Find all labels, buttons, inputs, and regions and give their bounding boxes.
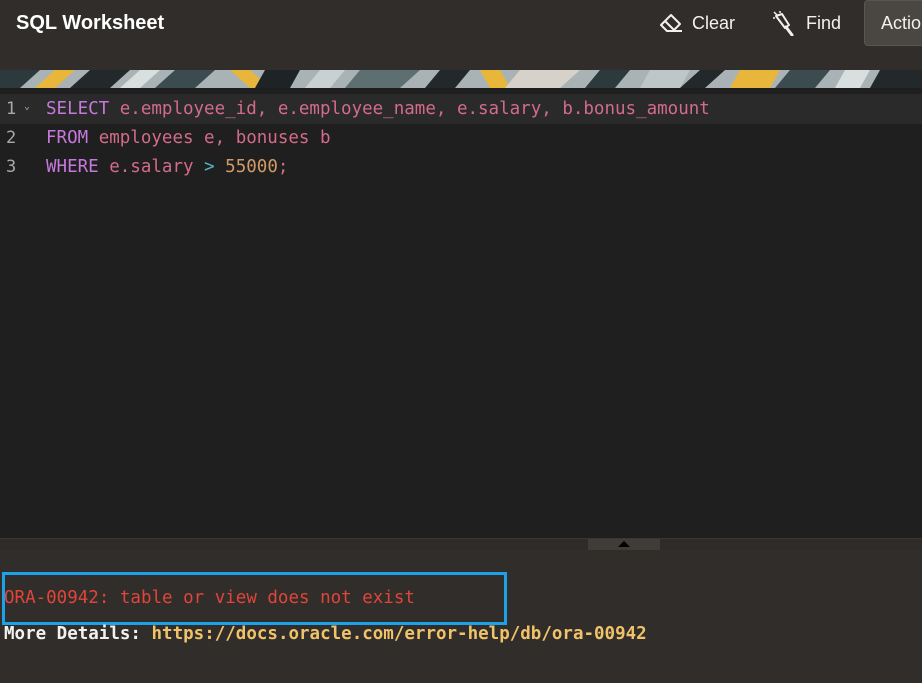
- code-line[interactable]: 2 FROM employees e, bonuses b: [0, 123, 922, 153]
- code-token: e.employee_id: [119, 99, 257, 119]
- code-token: SELECT: [46, 99, 110, 119]
- code-token: e.salary: [109, 157, 194, 177]
- find-button[interactable]: Find: [772, 5, 841, 41]
- splitter-handle[interactable]: [588, 539, 660, 550]
- actions-menu-button[interactable]: Actions: [864, 0, 922, 46]
- code-token: employees e: [98, 128, 215, 148]
- code-token: b.bonus_amount: [562, 99, 710, 119]
- code-token: ,: [541, 99, 563, 119]
- line-number: 1: [6, 99, 17, 119]
- line-number: 3: [6, 157, 17, 177]
- find-label: Find: [806, 12, 842, 33]
- triangle-up-icon: [618, 541, 630, 547]
- code-token: ;: [277, 157, 289, 177]
- code-token: ,: [435, 99, 457, 119]
- code-token: ,: [214, 128, 236, 148]
- decorative-banner: [0, 70, 922, 88]
- code-token: 55000: [225, 157, 278, 177]
- code-token: WHERE: [46, 157, 99, 177]
- code-line[interactable]: 1 ⌄ SELECT e.employee_id, e.employee_nam…: [0, 94, 922, 124]
- clear-label: Clear: [692, 12, 736, 33]
- code-token: FROM: [46, 128, 89, 148]
- code-token: e.salary: [456, 99, 542, 119]
- code-token: e.employee_name: [277, 99, 436, 119]
- flashlight-icon: [772, 10, 798, 36]
- code-text[interactable]: WHERE e.salary > 55000;: [46, 152, 288, 182]
- eraser-icon: [658, 11, 684, 35]
- pane-splitter[interactable]: [0, 538, 922, 550]
- more-details: More Details: https://docs.oracle.com/er…: [4, 623, 647, 645]
- line-number: 2: [6, 128, 17, 148]
- worksheet-header: SQL Worksheet Clear Find Actions: [0, 0, 922, 70]
- code-line[interactable]: 3 WHERE e.salary > 55000;: [0, 152, 922, 182]
- code-token: >: [204, 157, 215, 177]
- code-token: ,: [256, 99, 278, 119]
- output-pane: ORA-00942: table or view does not exist …: [0, 550, 922, 683]
- code-text[interactable]: SELECT e.employee_id, e.employee_name, e…: [46, 94, 710, 124]
- clear-button[interactable]: Clear: [658, 5, 735, 41]
- code-token: bonuses b: [235, 128, 331, 148]
- more-details-label: More Details:: [4, 624, 152, 644]
- page-title: SQL Worksheet: [16, 12, 165, 34]
- code-text[interactable]: FROM employees e, bonuses b: [46, 123, 331, 153]
- error-help-link[interactable]: https://docs.oracle.com/error-help/db/or…: [152, 624, 647, 644]
- chevron-down-icon[interactable]: ⌄: [24, 102, 30, 112]
- sql-editor[interactable]: 1 ⌄ SELECT e.employee_id, e.employee_nam…: [0, 88, 922, 538]
- error-message: ORA-00942: table or view does not exist: [4, 588, 415, 608]
